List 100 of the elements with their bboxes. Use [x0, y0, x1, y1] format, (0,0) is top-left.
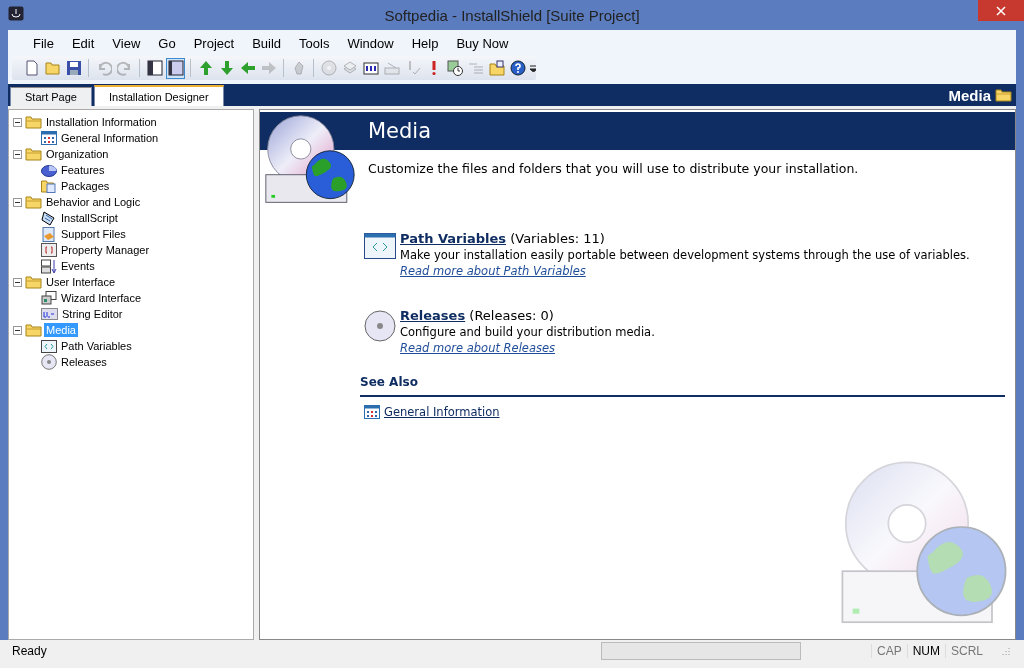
folder-icon: [25, 147, 42, 161]
collapse-toggle[interactable]: [13, 197, 22, 207]
see-also-link[interactable]: General Information: [384, 405, 500, 419]
up-arrow-icon: [197, 60, 214, 76]
toolbar-button[interactable]: [508, 57, 528, 79]
code-window-icon: [364, 233, 396, 259]
minus-icon: [15, 119, 20, 125]
key-indicator: CAP: [870, 644, 907, 658]
status-text: Ready: [12, 644, 47, 658]
folder-icon: [995, 88, 1012, 102]
folder-icon: [44, 60, 61, 76]
help-icon: [510, 60, 527, 76]
grid-icon: [364, 405, 380, 419]
section-link[interactable]: Path Variables: [400, 231, 507, 246]
minus-icon: [15, 151, 20, 157]
collapse-toggle[interactable]: [13, 277, 22, 287]
section-link[interactable]: Releases: [400, 308, 466, 323]
down-arrow-icon: [218, 60, 235, 76]
window-title: Softpedia - InstallShield [Suite Project]: [383, 6, 641, 24]
left-arrow-icon: [239, 60, 256, 76]
tree-item[interactable]: Path Variables: [59, 339, 134, 353]
tree-item[interactable]: Property Manager: [59, 243, 152, 257]
pane-icon: [146, 60, 163, 76]
tree-item[interactable]: InstallScript: [59, 211, 120, 225]
tree-item[interactable]: Packages: [59, 179, 112, 193]
tree-item[interactable]: User Interface: [44, 275, 118, 289]
overflow-icon[interactable]: [529, 64, 537, 72]
pane-icon: [167, 60, 184, 76]
close-icon: [996, 5, 1006, 16]
clock-icon: [447, 60, 464, 76]
menu-item[interactable]: Build: [243, 35, 291, 51]
folder-icon: [489, 60, 506, 76]
minus-icon: [15, 199, 20, 205]
menu-item[interactable]: Help: [402, 35, 448, 51]
collapse-toggle[interactable]: [13, 325, 22, 335]
toolbar-button[interactable]: [145, 57, 165, 79]
redo-icon: [116, 60, 133, 76]
events-icon: [41, 258, 57, 274]
package-icon: [41, 179, 57, 193]
new-file-icon: [23, 60, 40, 76]
exclamation-icon: [432, 60, 437, 76]
read-more-link[interactable]: Read more about Releases: [400, 341, 556, 355]
windows-icon: [41, 291, 57, 305]
app-icon: [8, 6, 24, 21]
menu-item[interactable]: File: [24, 35, 63, 51]
code-window-icon: [41, 339, 57, 353]
tree-item[interactable]: General Information: [59, 131, 161, 145]
item-count: (Releases: 0): [469, 308, 554, 323]
item-count: (Variables: 11): [510, 231, 605, 246]
tree-item[interactable]: Events: [59, 259, 97, 273]
page-title: Media: [368, 119, 432, 143]
folder-icon: [25, 275, 42, 289]
toolbar-button[interactable]: [445, 57, 465, 79]
folder-icon: [25, 195, 42, 209]
save-icon: [65, 60, 82, 76]
minus-icon: [15, 327, 20, 333]
read-more-link[interactable]: Read more about Path Variables: [400, 264, 586, 278]
tree-item[interactable]: Releases: [59, 355, 109, 369]
abc-icon: [41, 308, 58, 320]
grid-icon: [362, 60, 379, 76]
collapse-toggle[interactable]: [13, 117, 22, 127]
menu-item[interactable]: Tools: [290, 35, 339, 51]
menu-item[interactable]: Go: [149, 35, 185, 51]
tab[interactable]: Start Page: [10, 87, 92, 106]
menu-item[interactable]: Project: [184, 35, 244, 51]
key-indicator: SCRL: [945, 644, 988, 658]
tree-item[interactable]: Features: [59, 163, 107, 177]
folder-icon: [25, 323, 42, 337]
menu-item[interactable]: Edit: [62, 35, 104, 51]
section-description: Configure and build your distribution media.: [400, 325, 655, 339]
menu-item[interactable]: Buy Now: [447, 35, 518, 51]
folder-icon: [25, 115, 42, 129]
page-description: Customize the files and folders that you will use to distribute your installation.: [368, 161, 860, 176]
close-button[interactable]: [978, 0, 1024, 21]
minus-icon: [15, 279, 20, 285]
script-icon: [41, 210, 57, 226]
tree-item[interactable]: String Editor: [60, 307, 125, 321]
disc-icon: [41, 354, 57, 370]
tree-item[interactable]: Wizard Interface: [59, 291, 144, 305]
key-indicator: NUM: [906, 644, 945, 658]
menu-item[interactable]: Window: [338, 35, 403, 51]
grid-icon: [41, 131, 57, 145]
list-icon: [468, 60, 485, 76]
tree-item[interactable]: Organization: [44, 147, 111, 161]
tab[interactable]: Installation Designer: [94, 85, 224, 106]
disc-icon: [320, 60, 337, 76]
menu-item[interactable]: View: [103, 35, 150, 51]
disc-icon: [364, 310, 396, 342]
section-description: Make your installation easily portable between development systems through the use of variables.: [400, 248, 970, 262]
view-title: Media: [948, 86, 991, 104]
keyboard-icon: [383, 60, 400, 76]
resize-grip-icon[interactable]: [1002, 647, 1010, 655]
tree-item[interactable]: Behavior and Logic: [44, 195, 143, 209]
collapse-toggle[interactable]: [13, 149, 22, 159]
see-also-heading: See Also: [360, 375, 1005, 397]
right-arrow-icon: [260, 60, 277, 76]
tree-item[interactable]: Installation Information: [44, 115, 159, 129]
stack-icon: [341, 60, 358, 76]
toolbar-button[interactable]: [166, 57, 186, 79]
tree-item[interactable]: Support Files: [59, 227, 128, 241]
